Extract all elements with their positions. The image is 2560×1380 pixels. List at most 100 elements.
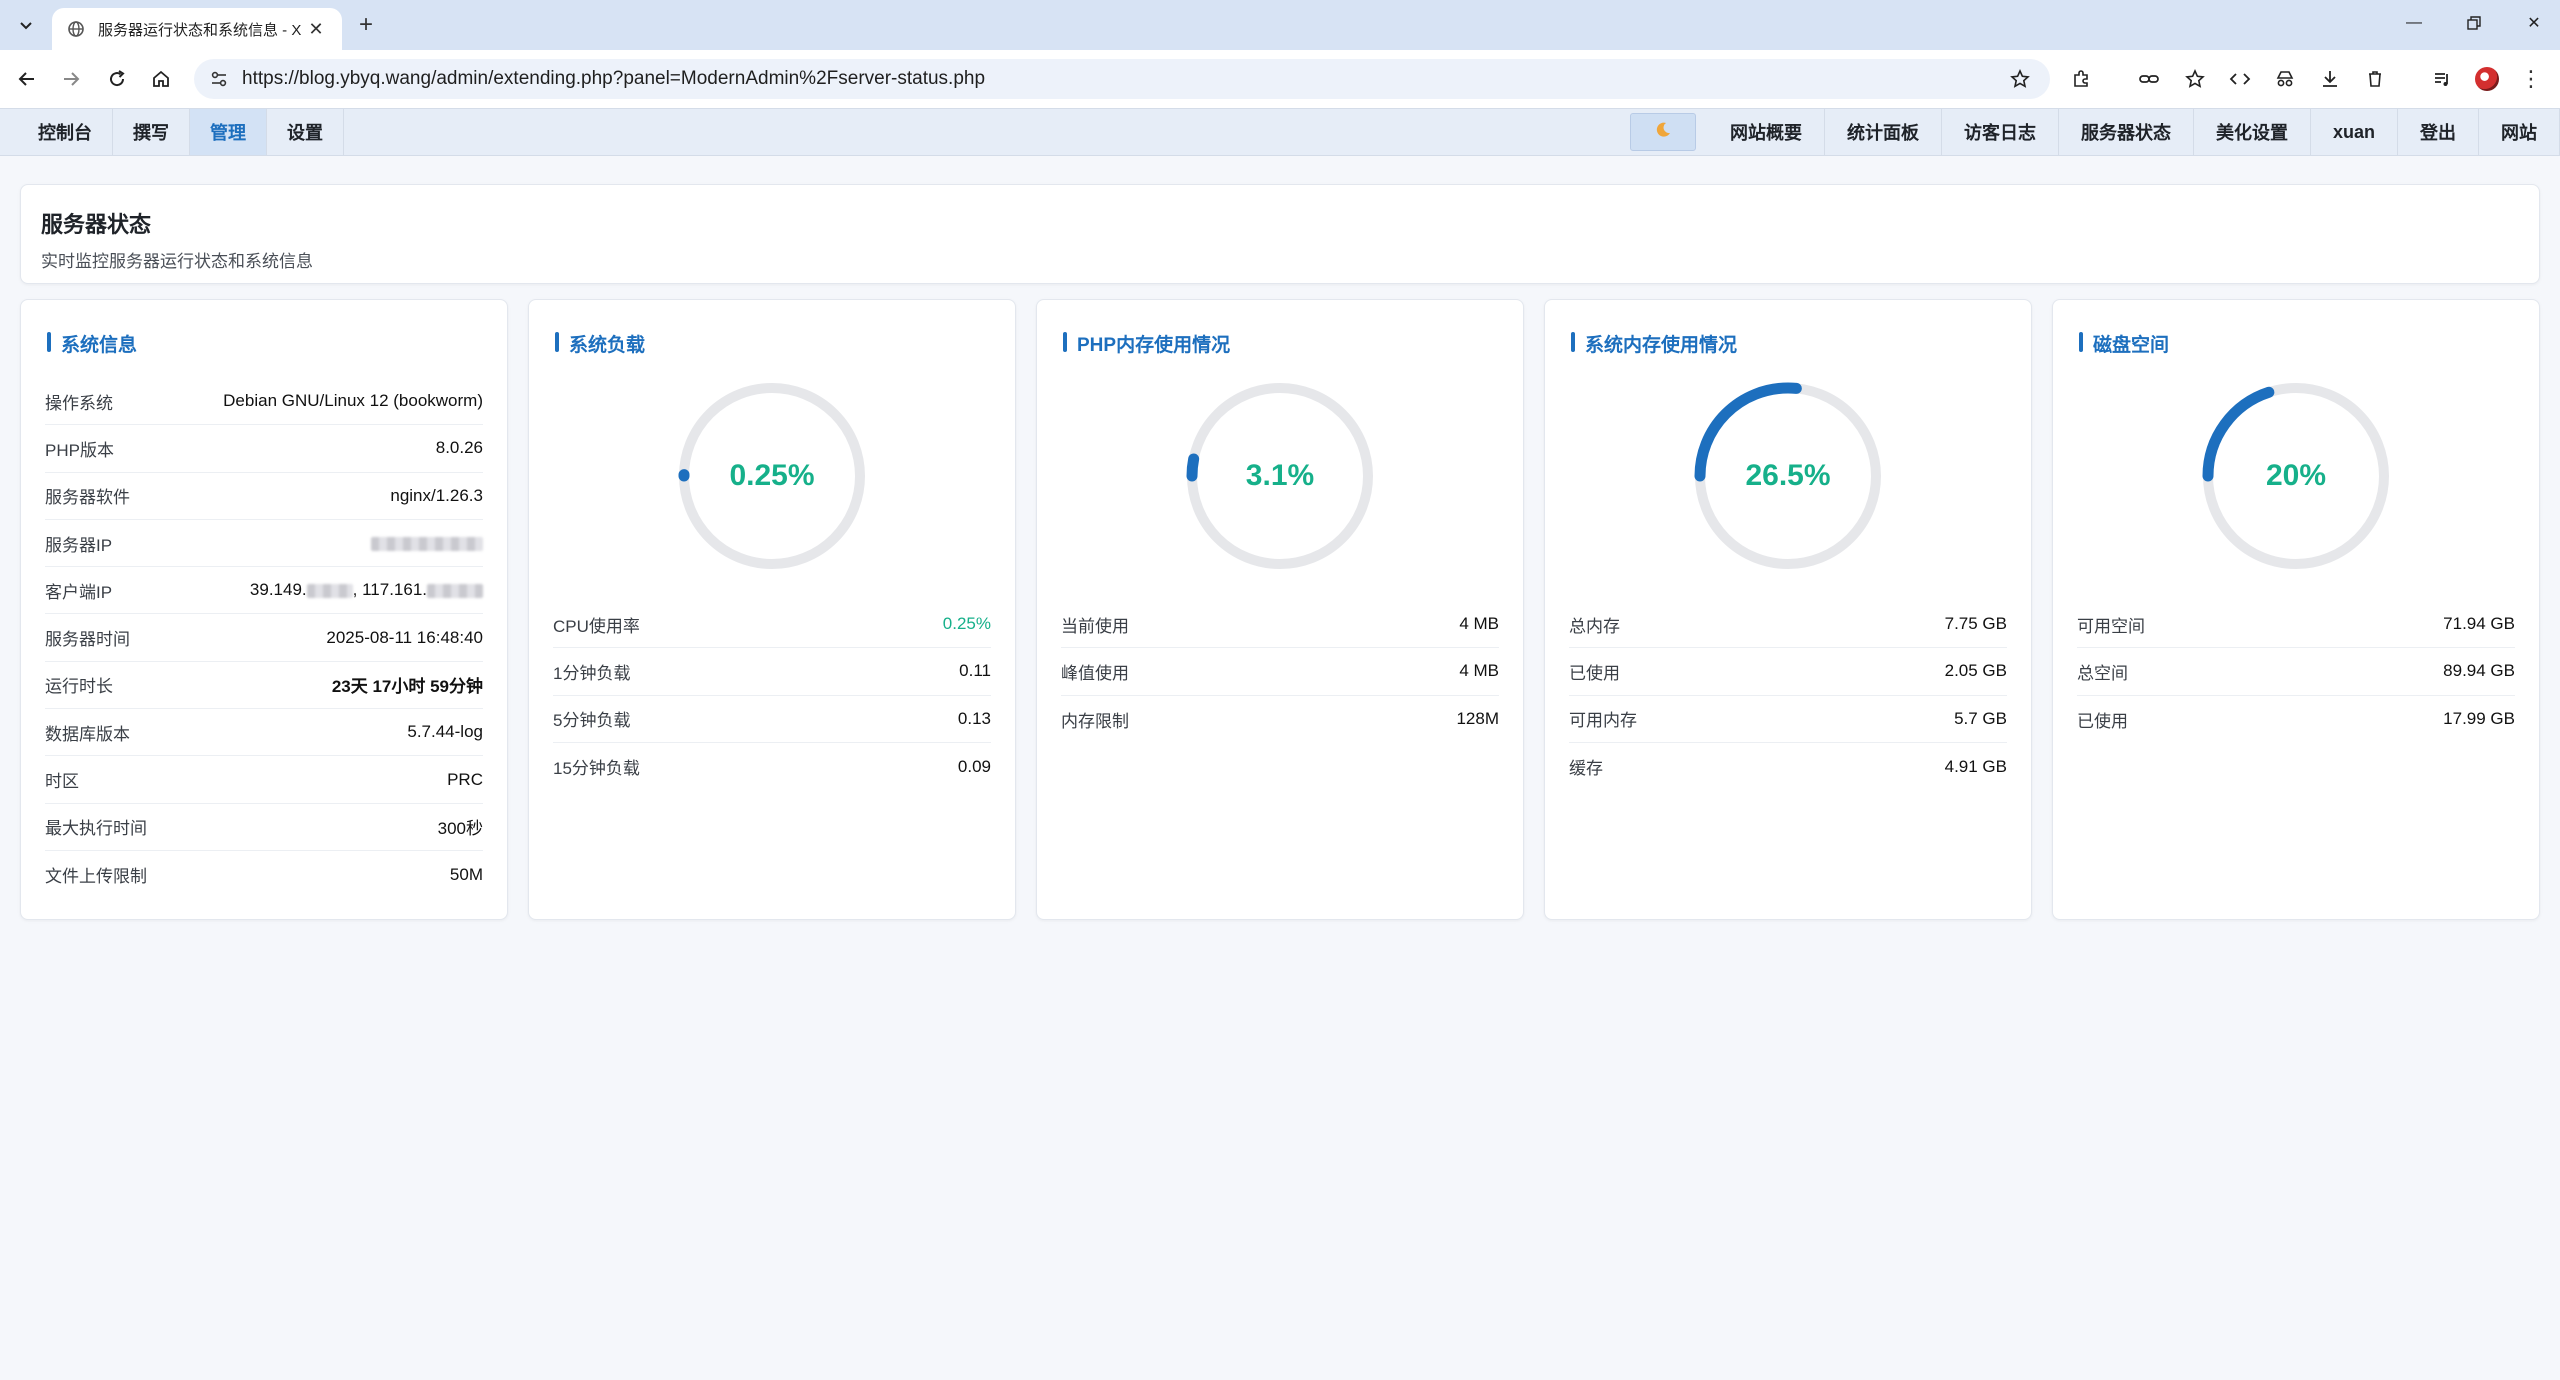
- stat-row: CPU使用率 0.25%: [553, 601, 991, 649]
- profile-avatar-icon[interactable]: [2472, 64, 2502, 94]
- info-value: 5.7.44-log: [407, 722, 483, 742]
- server-ip-redacted: [371, 533, 483, 553]
- nav-site-overview[interactable]: 网站概要: [1708, 109, 1825, 155]
- card-title: PHP内存使用情况: [1063, 330, 1230, 357]
- nav-left: 控制台 撰写 管理 设置: [0, 109, 344, 155]
- status-cards: 系统信息 操作系统 Debian GNU/Linux 12 (bookworm)…: [20, 299, 2540, 920]
- site-info-icon[interactable]: [202, 64, 236, 94]
- stat-row: 峰值使用 4 MB: [1061, 648, 1499, 696]
- info-value: PRC: [447, 769, 483, 789]
- disk-stats: 可用空间 71.94 GB 总空间 89.94 GB 已使用 17.99 GB: [2077, 601, 2515, 743]
- address-bar[interactable]: https://blog.ybyq.wang/admin/extending.p…: [194, 59, 2050, 99]
- bookmark-star-icon[interactable]: [2002, 64, 2038, 94]
- home-icon[interactable]: [146, 64, 176, 94]
- load-gauge: 0.25%: [674, 378, 870, 574]
- reload-icon[interactable]: [102, 64, 132, 94]
- more-menu-icon[interactable]: ⋮: [2516, 64, 2546, 94]
- stat-row: 总内存 7.75 GB: [1569, 601, 2007, 649]
- stat-label: 可用内存: [1569, 711, 1637, 731]
- info-label: 最大执行时间: [45, 819, 147, 839]
- system-info-card: 系统信息 操作系统 Debian GNU/Linux 12 (bookworm)…: [20, 299, 508, 920]
- favorites-star-icon[interactable]: [2180, 64, 2210, 94]
- info-row: 客户端IP 39.149. , 117.161.: [45, 567, 483, 615]
- stat-value: 2.05 GB: [1944, 661, 2007, 681]
- stat-row: 当前使用 4 MB: [1061, 601, 1499, 649]
- stat-value: 0.13: [957, 708, 991, 728]
- theme-toggle-button[interactable]: [1629, 113, 1696, 151]
- info-label: 文件上传限制: [45, 867, 147, 887]
- restore-icon[interactable]: [2454, 8, 2494, 38]
- close-icon[interactable]: ✕: [304, 17, 328, 41]
- redacted-blur: [371, 536, 483, 551]
- tab-search-chevron-icon[interactable]: [12, 12, 40, 38]
- stat-label: 已使用: [2077, 711, 2128, 731]
- forward-arrow-icon[interactable]: [56, 64, 86, 94]
- stat-label: 总空间: [2077, 663, 2128, 683]
- gauge-percent: 26.5%: [1745, 459, 1831, 492]
- minimize-icon[interactable]: —: [2394, 8, 2434, 38]
- trash-icon[interactable]: [2360, 64, 2390, 94]
- card-title: 系统信息: [47, 330, 137, 357]
- info-row: 运行时长 23天 17小时 59分钟: [45, 662, 483, 710]
- info-label: 服务器IP: [45, 535, 113, 555]
- stat-value: 0.11: [959, 661, 991, 681]
- stat-row: 内存限制 128M: [1061, 696, 1499, 743]
- info-value: 23天 17小时 59分钟: [331, 677, 483, 697]
- info-row: 文件上传限制 50M: [45, 851, 483, 898]
- back-arrow-icon[interactable]: [12, 64, 42, 94]
- info-label: 运行时长: [45, 677, 113, 697]
- nav-settings[interactable]: 设置: [267, 109, 344, 155]
- download-icon[interactable]: [2315, 64, 2345, 94]
- info-row: PHP版本 8.0.26: [45, 425, 483, 473]
- php-memory-card: PHP内存使用情况 3.1% 当前使用 4 MB 峰值使用 4 MB 内存限制 …: [1036, 299, 1524, 920]
- incognito-icon[interactable]: [2270, 64, 2300, 94]
- info-label: PHP版本: [45, 440, 114, 460]
- php-memory-gauge: 3.1%: [1182, 378, 1378, 574]
- nav-website[interactable]: 网站: [2479, 109, 2560, 155]
- info-value: nginx/1.26.3: [390, 485, 483, 505]
- stat-value: 4 MB: [1459, 614, 1499, 634]
- nav-stats-panel[interactable]: 统计面板: [1825, 109, 1942, 155]
- url-text[interactable]: https://blog.ybyq.wang/admin/extending.p…: [242, 68, 2002, 90]
- info-label: 客户端IP: [45, 582, 113, 602]
- stat-label: 5分钟负载: [553, 711, 631, 731]
- system-info-list: 操作系统 Debian GNU/Linux 12 (bookworm) PHP版…: [45, 378, 483, 898]
- gauge-percent: 3.1%: [1245, 459, 1315, 492]
- stat-value: 71.94 GB: [2443, 614, 2515, 634]
- stat-label: 当前使用: [1061, 616, 1129, 636]
- nav-beautify-settings[interactable]: 美化设置: [2194, 109, 2311, 155]
- nav-server-status[interactable]: 服务器状态: [2059, 109, 2194, 155]
- stat-value: 0.09: [957, 756, 991, 776]
- card-title: 系统内存使用情况: [1571, 330, 1737, 357]
- stat-row: 5分钟负载 0.13: [553, 696, 991, 743]
- info-value: 50M: [449, 864, 483, 884]
- stat-label: 总内存: [1569, 616, 1620, 636]
- info-value: 300秒: [437, 819, 483, 839]
- nav-user[interactable]: xuan: [2311, 109, 2398, 155]
- link-icon[interactable]: [2134, 64, 2164, 94]
- extensions-puzzle-icon[interactable]: [2066, 64, 2096, 94]
- new-tab-plus-icon[interactable]: +: [352, 11, 380, 39]
- nav-manage[interactable]: 管理: [190, 109, 267, 155]
- stat-label: 可用空间: [2077, 616, 2145, 636]
- stat-row: 15分钟负载 0.09: [553, 743, 991, 790]
- nav-dashboard[interactable]: 控制台: [0, 109, 113, 155]
- nav-write[interactable]: 撰写: [113, 109, 190, 155]
- stat-value: 0.25%: [942, 614, 991, 634]
- nav-visitor-log[interactable]: 访客日志: [1942, 109, 2059, 155]
- info-row: 时区 PRC: [45, 756, 483, 804]
- browser-tab-active[interactable]: 服务器运行状态和系统信息 - X ✕: [52, 8, 342, 50]
- system-load-card: 系统负载 0.25% CPU使用率 0.25% 1分钟负载 0.11 5分钟负载…: [528, 299, 1016, 920]
- card-title: 磁盘空间: [2079, 330, 2169, 357]
- stat-value: 17.99 GB: [2443, 709, 2515, 729]
- media-playlist-icon[interactable]: [2427, 64, 2457, 94]
- stat-row: 总空间 89.94 GB: [2077, 648, 2515, 696]
- nav-logout[interactable]: 登出: [2398, 109, 2479, 155]
- code-icon[interactable]: [2225, 64, 2255, 94]
- admin-nav-bar: 控制台 撰写 管理 设置 网站概要 统计面板 访客日志 服务器状态 美化设置 x…: [0, 108, 2560, 156]
- info-row: 服务器时间 2025-08-11 16:48:40: [45, 614, 483, 662]
- info-value: 2025-08-11 16:48:40: [326, 627, 483, 647]
- info-value: Debian GNU/Linux 12 (bookworm): [223, 391, 483, 411]
- window-close-icon[interactable]: ✕: [2514, 8, 2554, 38]
- tab-title: 服务器运行状态和系统信息 - X: [98, 21, 302, 39]
